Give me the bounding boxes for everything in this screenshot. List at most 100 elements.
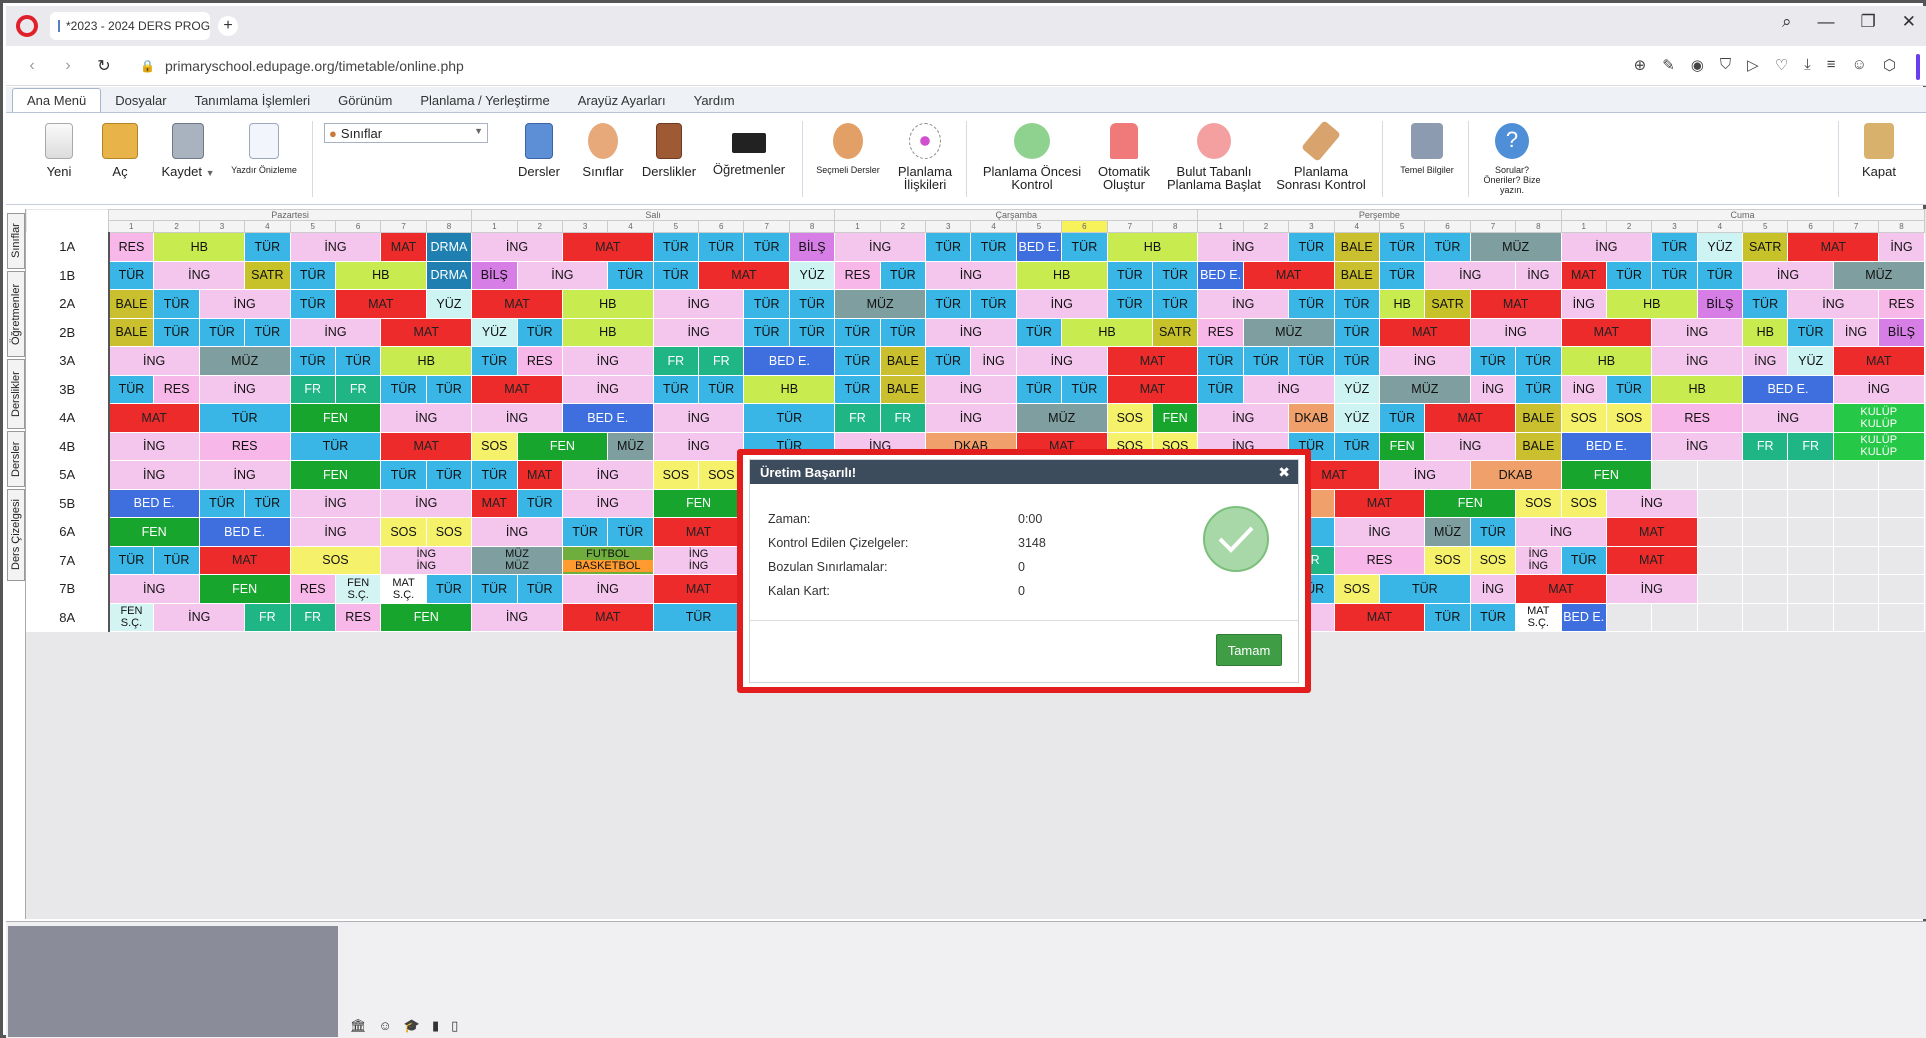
open-button[interactable]: Aç [100, 119, 140, 178]
lesson-card[interactable]: TÜR [1515, 374, 1562, 404]
lesson-card[interactable]: MAT [1605, 517, 1698, 547]
lesson-card[interactable]: MÜZ [1015, 403, 1108, 433]
lesson-card[interactable]: İNG [471, 232, 563, 262]
lesson-card[interactable]: TÜR [516, 488, 563, 518]
lesson-card[interactable]: TÜR [1605, 374, 1653, 404]
lesson-card[interactable]: TÜR [289, 431, 382, 461]
lesson-card[interactable]: FR [289, 602, 336, 632]
lesson-card[interactable]: FEN S.Ç. [334, 574, 382, 604]
lesson-card[interactable]: TÜR [743, 232, 790, 262]
lesson-card[interactable]: İNG [1832, 374, 1925, 404]
lesson-card[interactable]: İNG [1878, 232, 1925, 262]
lesson-card[interactable]: TÜR [743, 289, 790, 319]
lesson-card[interactable]: TÜR [425, 460, 473, 490]
class-label[interactable]: 1B [26, 260, 110, 290]
class-label[interactable]: 7A [26, 545, 110, 575]
lesson-card[interactable]: TÜR [652, 260, 700, 290]
lesson-card[interactable]: HB [1605, 289, 1698, 319]
lesson-card[interactable]: HB [1560, 346, 1653, 376]
lesson-card[interactable]: MÜZ [1424, 517, 1471, 547]
vtab-derslikler[interactable]: Derslikler [7, 359, 25, 429]
lesson-card[interactable]: FR [334, 374, 382, 404]
lesson-card[interactable]: BED E. [1560, 602, 1607, 632]
lesson-card[interactable]: MAT [1560, 260, 1607, 290]
lesson-card[interactable]: HB [153, 232, 246, 262]
lesson-card[interactable]: İNG [153, 260, 246, 290]
menu-icon[interactable]: ≡ [1827, 56, 1836, 74]
lesson-card[interactable]: BED E. [1742, 374, 1834, 404]
lesson-card[interactable]: FEN [1424, 488, 1517, 518]
lesson-card[interactable]: İNG [198, 374, 291, 404]
lesson-card[interactable]: TÜR [607, 260, 654, 290]
lesson-card[interactable]: BALE [1515, 403, 1562, 433]
cloud-planning-button[interactable]: Bulut Tabanlı Planlama Başlat [1162, 119, 1266, 191]
lesson-card[interactable]: TÜR [107, 374, 155, 404]
lesson-card[interactable]: İNG [925, 260, 1017, 290]
lesson-card[interactable]: MAT [1560, 317, 1653, 347]
lesson-card[interactable]: DRMA [425, 260, 473, 290]
lesson-card[interactable]: TÜR [1424, 232, 1471, 262]
lessons-button[interactable]: Dersler [512, 119, 566, 178]
lesson-card[interactable]: MAT [1378, 317, 1471, 347]
lesson-card[interactable]: SATR [1424, 289, 1471, 319]
lesson-card[interactable]: MAT [380, 431, 473, 461]
lesson-card[interactable]: TÜR [289, 289, 336, 319]
new-button[interactable]: Yeni [36, 119, 82, 178]
lesson-card[interactable]: TÜR [1424, 602, 1471, 632]
heart-icon[interactable]: ♡ [1775, 56, 1788, 74]
lesson-card[interactable]: BALE [107, 289, 155, 319]
lesson-card[interactable]: TÜR [425, 374, 473, 404]
lesson-card[interactable]: TÜR [425, 574, 473, 604]
lesson-card[interactable]: YÜZ [1696, 232, 1744, 262]
graduation-cap-icon[interactable]: 🎓 [404, 1018, 420, 1034]
lesson-card[interactable]: İNG [1742, 403, 1834, 433]
lesson-card[interactable]: HB [1015, 260, 1108, 290]
class-label[interactable]: 7B [26, 574, 110, 604]
vtab-ders-cizelgesi[interactable]: Ders Çizelgesi [7, 489, 25, 581]
class-label[interactable]: 3A [26, 346, 110, 376]
lesson-card[interactable]: BED E. [561, 403, 654, 433]
lesson-card[interactable]: İNG [1651, 317, 1744, 347]
print-preview-button[interactable]: Yazdır Önizleme [226, 119, 302, 175]
class-label[interactable]: 1A [26, 232, 110, 262]
lesson-card[interactable]: İNG [1515, 517, 1607, 547]
lesson-card[interactable]: MAT [1424, 403, 1517, 433]
lesson-card[interactable]: TÜR [244, 317, 291, 347]
lesson-card[interactable]: MAT [471, 488, 518, 518]
lesson-card[interactable]: SOS [1560, 403, 1607, 433]
lesson-card[interactable]: YÜZ [1333, 403, 1380, 433]
lesson-card[interactable]: BİLŞ [1696, 289, 1744, 319]
lesson-card[interactable]: MAT [652, 517, 745, 547]
class-label[interactable]: 6A [26, 517, 110, 547]
lesson-card[interactable]: İNG [1378, 460, 1471, 490]
lesson-card[interactable]: MÜZ [1832, 260, 1925, 290]
lesson-card[interactable]: TÜR [153, 317, 200, 347]
lesson-card[interactable]: İNG [652, 403, 745, 433]
lesson-card[interactable]: İNG [108, 460, 200, 490]
lesson-card[interactable]: İNG [471, 517, 563, 547]
lesson-card[interactable]: TÜR [1378, 403, 1426, 433]
lesson-card[interactable]: İNG İNG [380, 545, 473, 575]
lesson-card[interactable]: BED E. [1197, 260, 1244, 290]
lesson-card[interactable]: FR [652, 346, 700, 376]
lesson-card[interactable]: YÜZ [1333, 374, 1380, 404]
lesson-card[interactable]: MÜZ [607, 431, 654, 461]
lesson-card[interactable]: HB [1651, 374, 1744, 404]
lesson-card[interactable]: TÜR [1469, 602, 1517, 632]
lesson-card[interactable]: FR [834, 403, 881, 433]
browser-tab[interactable]: *2023 - 2024 DERS PROG [50, 12, 210, 40]
lesson-card[interactable]: İNG İNG [652, 545, 745, 575]
lesson-card[interactable]: TÜR [1469, 346, 1517, 376]
lesson-card[interactable]: HB [1061, 317, 1153, 347]
lesson-card[interactable]: İNG [471, 403, 563, 433]
back-icon[interactable]: ‹ [22, 57, 42, 75]
door-icon[interactable]: ▯ [451, 1018, 458, 1034]
class-label[interactable]: 8A [26, 602, 110, 632]
teachers-button[interactable]: Öğretmenler [708, 119, 790, 176]
lesson-card[interactable]: FR [879, 403, 927, 433]
lesson-card[interactable]: TÜR [380, 460, 427, 490]
lesson-card[interactable]: İNG [561, 488, 654, 518]
lesson-card[interactable]: İNG [1197, 289, 1290, 319]
reload-icon[interactable]: ↻ [94, 56, 114, 76]
lesson-card[interactable]: MAT [1242, 260, 1335, 290]
